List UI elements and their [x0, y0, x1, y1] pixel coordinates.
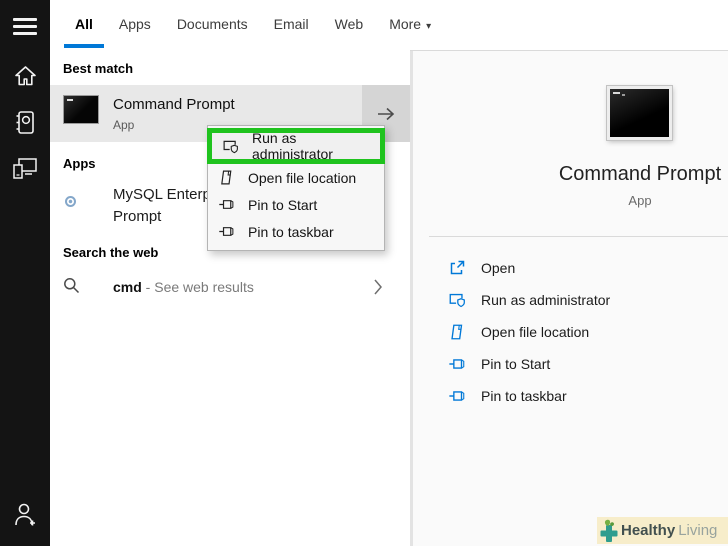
action-open[interactable]: Open [448, 258, 515, 278]
app-result-line2: Prompt [113, 208, 162, 225]
action-label: Open [481, 260, 516, 276]
tab-more-label: More [389, 16, 422, 32]
preview-subtitle: App [628, 193, 652, 208]
file-location-icon [451, 324, 463, 340]
tab-web[interactable]: Web [335, 16, 364, 32]
pin-icon [219, 227, 234, 236]
menu-item-label: Run as administrator [252, 130, 333, 162]
journal-icon[interactable] [0, 110, 50, 136]
devices-icon[interactable] [0, 157, 50, 180]
chevron-right-icon [374, 279, 382, 295]
search-filter-tabs: All Apps Documents Email Web More ▾ [64, 16, 431, 48]
pin-icon [449, 359, 465, 369]
best-match-title: Command Prompt [113, 96, 235, 113]
action-run-as-administrator[interactable]: Run as administrator [448, 290, 610, 310]
arrow-right-icon [378, 107, 395, 120]
file-location-icon [221, 170, 232, 185]
preview-divider [429, 236, 728, 237]
pin-icon [219, 200, 234, 209]
action-label: Pin to taskbar [481, 388, 567, 404]
context-menu: Run as administrator Open file location … [207, 125, 385, 251]
command-prompt-icon-large [607, 86, 672, 140]
web-result-text: cmd - See web results [113, 279, 254, 295]
caret-down-icon: ▾ [426, 21, 432, 32]
action-open-file-location[interactable]: Open file location [448, 322, 589, 342]
tab-documents[interactable]: Documents [177, 16, 248, 32]
best-match-subtitle: App [113, 118, 135, 132]
menu-item-pin-to-taskbar[interactable]: Pin to taskbar [208, 218, 384, 245]
command-prompt-icon [63, 95, 99, 124]
healthy-living-logo-icon [600, 519, 618, 542]
windows-search-panel: All Apps Documents Email Web More ▾ Best … [0, 0, 728, 546]
action-label: Pin to Start [481, 356, 551, 372]
menu-item-run-as-administrator[interactable]: Run as administrator [207, 128, 385, 164]
home-icon[interactable] [0, 65, 50, 87]
menu-item-label: Pin to Start [248, 196, 318, 213]
tab-apps[interactable]: Apps [119, 16, 151, 32]
pin-icon [449, 391, 465, 401]
search-icon [64, 278, 80, 294]
tab-email[interactable]: Email [274, 16, 309, 32]
web-result-suffix: - See web results [141, 279, 254, 295]
sidebar [0, 0, 50, 546]
search-query: cmd [113, 279, 142, 295]
action-pin-to-start[interactable]: Pin to Start [448, 354, 550, 374]
tab-all[interactable]: All [64, 16, 104, 48]
web-search-result[interactable]: cmd - See web results [50, 268, 410, 306]
menu-item-pin-to-start[interactable]: Pin to Start [208, 191, 384, 218]
action-label: Open file location [481, 324, 590, 340]
menu-item-open-file-location[interactable]: Open file location [208, 164, 384, 191]
healthy-living-watermark: Healthy Living [597, 517, 728, 544]
open-icon [450, 260, 465, 275]
mysql-app-icon [65, 196, 76, 207]
watermark-light-text: Living [678, 522, 718, 539]
tab-more[interactable]: More ▾ [389, 16, 431, 32]
menu-item-label: Open file location [248, 169, 357, 186]
watermark-bold-text: Healthy [621, 522, 676, 539]
menu-item-label: Pin to taskbar [248, 223, 334, 240]
action-label: Run as administrator [481, 292, 611, 308]
preview-title: Command Prompt [558, 163, 722, 185]
add-user-icon[interactable] [0, 501, 50, 529]
run-as-administrator-icon [223, 140, 238, 153]
apps-header: Apps [63, 156, 96, 171]
best-match-header: Best match [63, 61, 134, 76]
run-as-administrator-icon [449, 293, 465, 308]
search-web-header: Search the web [63, 245, 159, 260]
hamburger-menu-icon[interactable] [0, 18, 50, 35]
action-pin-to-taskbar[interactable]: Pin to taskbar [448, 386, 567, 406]
